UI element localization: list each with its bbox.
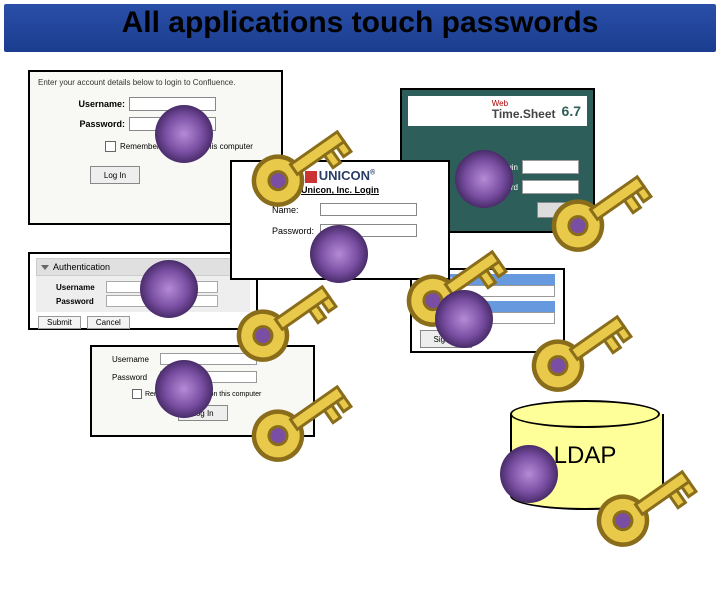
- remember-checkbox[interactable]: [105, 141, 116, 152]
- brand-name: Time.Sheet: [492, 107, 556, 121]
- chevron-down-icon: [41, 265, 49, 270]
- version: 6.7: [562, 103, 581, 119]
- key-icon: [435, 290, 493, 348]
- key-icon: [155, 360, 213, 418]
- username-label: Username: [56, 283, 106, 292]
- username-label: Username:: [70, 99, 125, 109]
- slide-title: All applications touch passwords: [0, 6, 720, 40]
- cancel-button[interactable]: Cancel: [87, 316, 130, 329]
- key-icon: [155, 105, 213, 163]
- key-icon: [500, 445, 558, 503]
- password-label: Password: [56, 297, 106, 306]
- login-button[interactable]: Log In: [90, 166, 140, 184]
- title-text: All applications touch passwords: [122, 6, 599, 39]
- password-label: Password:: [70, 119, 125, 129]
- intro-text: Enter your account details below to logi…: [38, 78, 273, 87]
- submit-button[interactable]: Submit: [38, 316, 81, 329]
- key-icon: [455, 150, 513, 208]
- key-icon: [140, 260, 198, 318]
